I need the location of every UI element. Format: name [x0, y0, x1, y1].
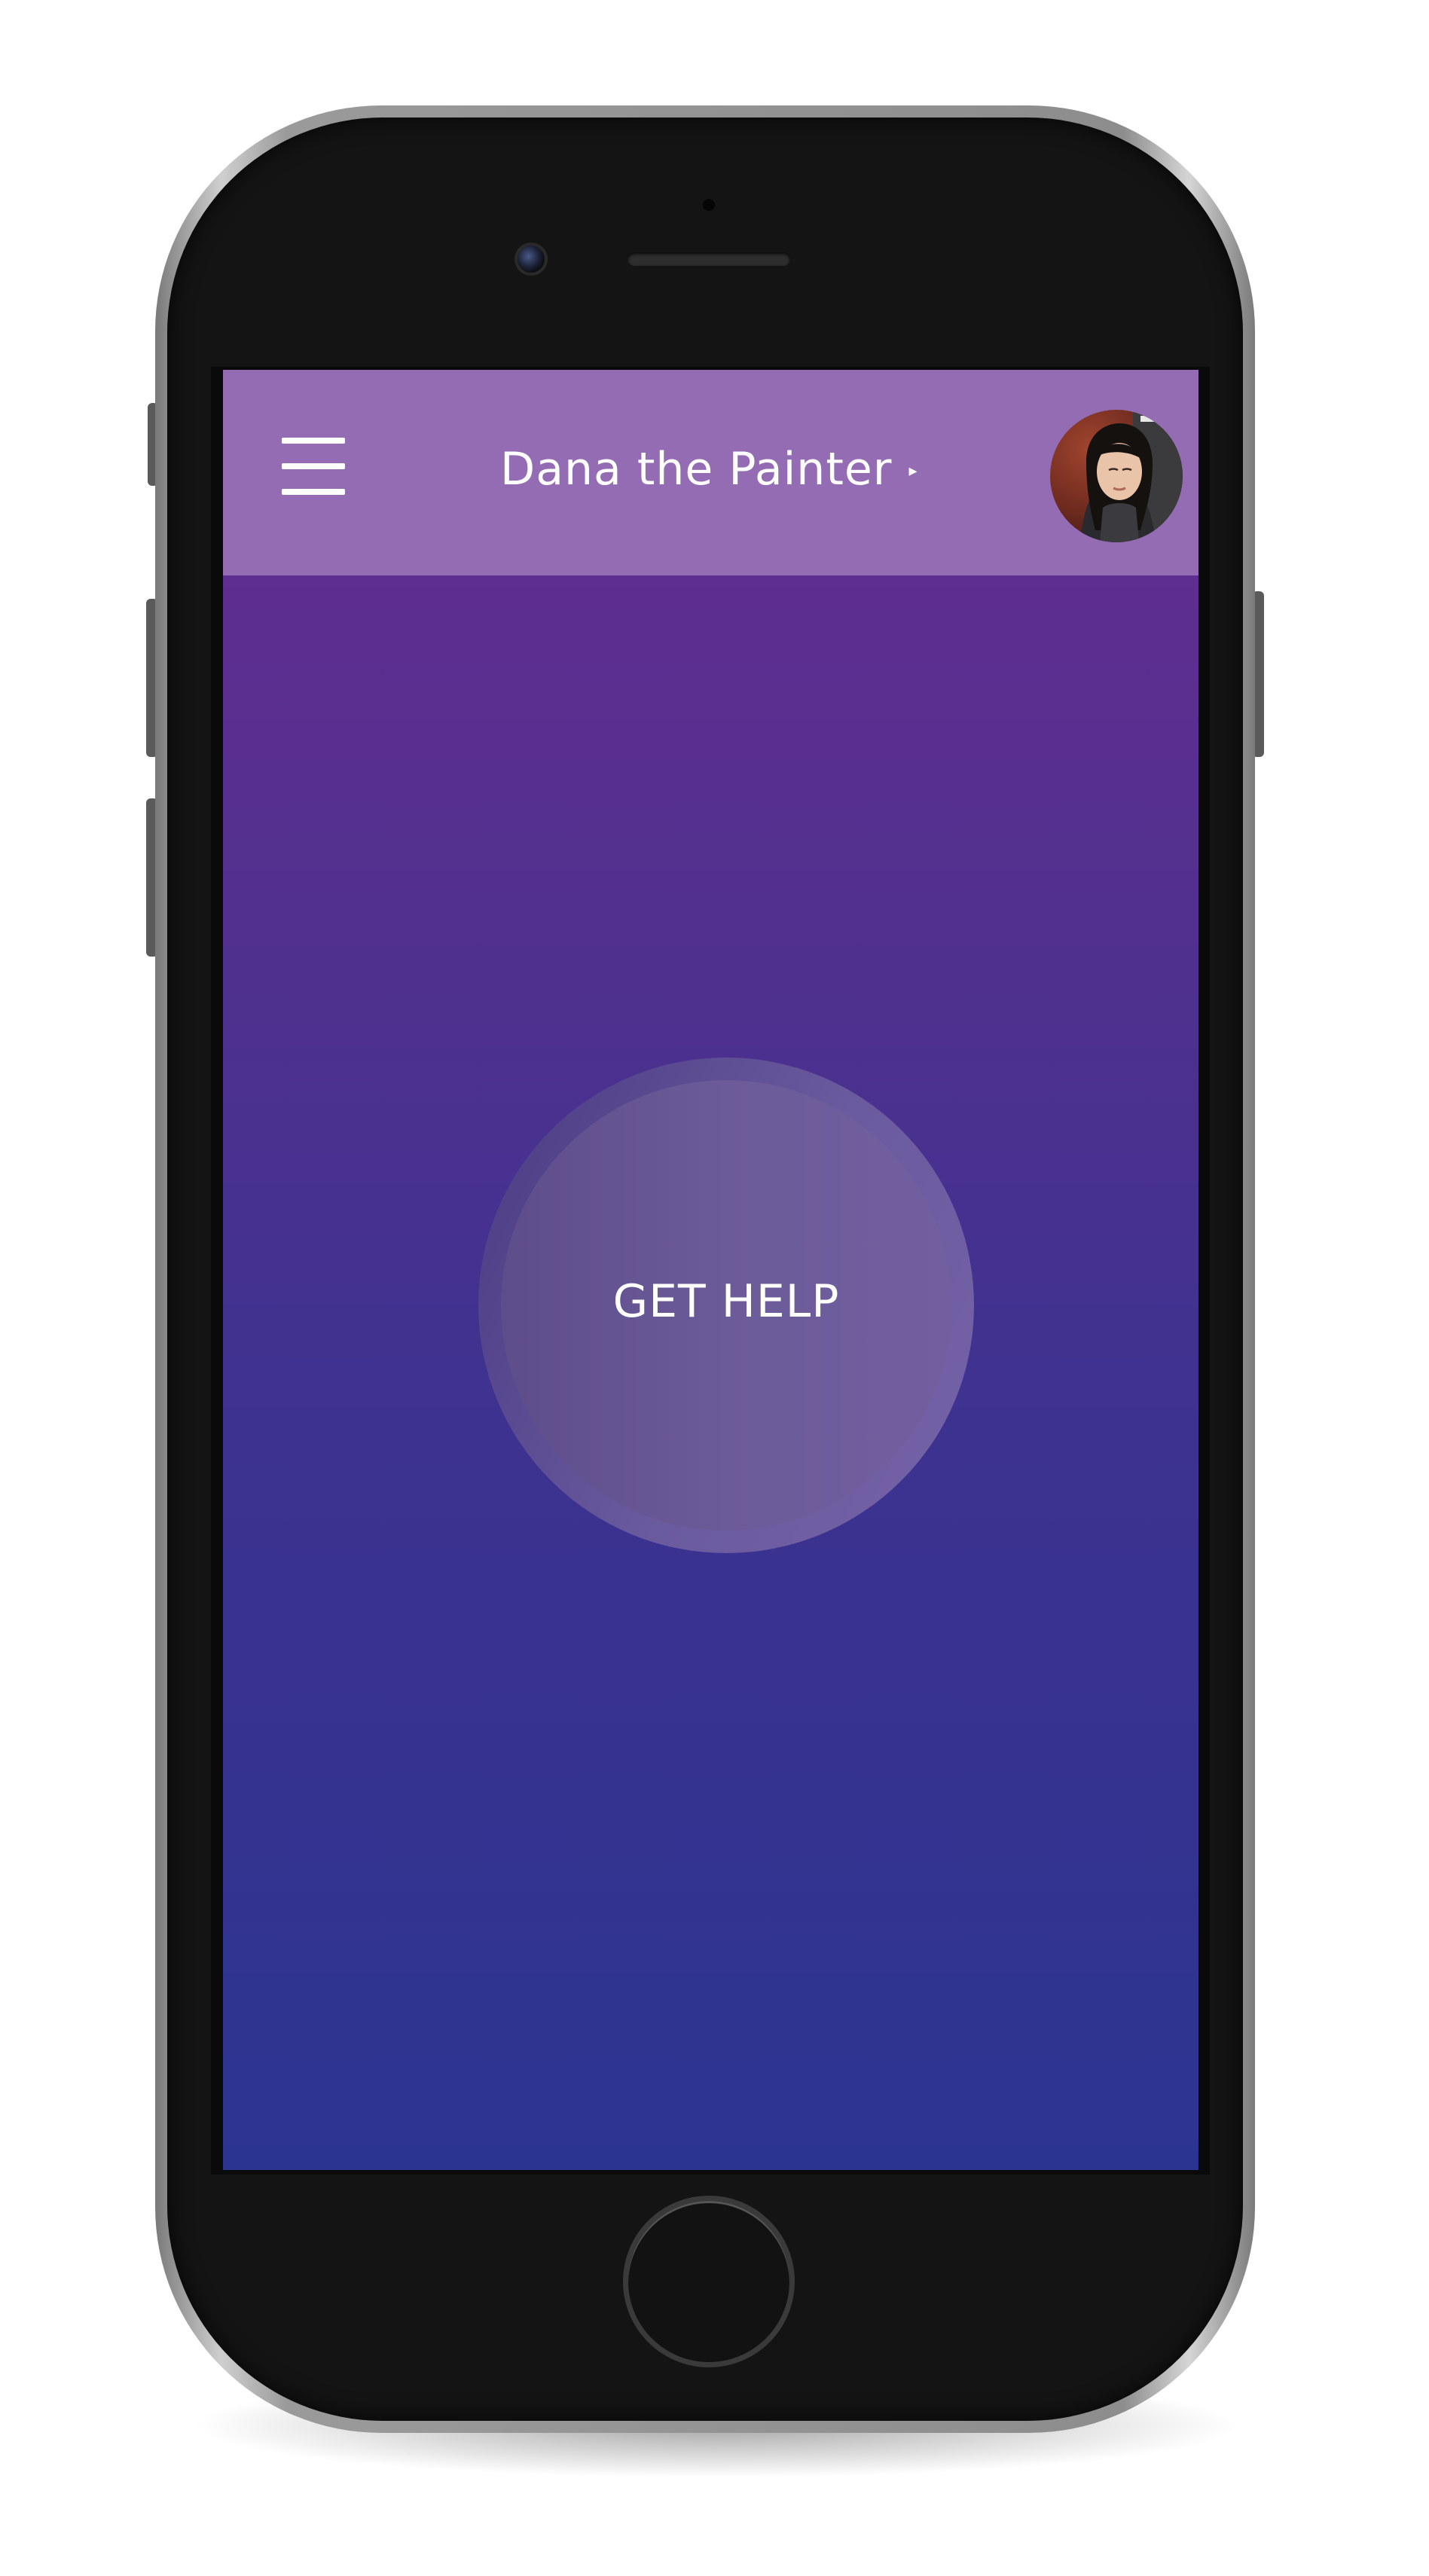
page-title: Dana the Painter	[500, 443, 893, 496]
proximity-sensor	[703, 199, 715, 211]
front-camera	[515, 243, 548, 276]
app-screen: Dana the Painter ▸ GET HELP	[223, 370, 1198, 2170]
caret-right-icon: ▸	[908, 461, 918, 481]
home-button[interactable]	[623, 2196, 795, 2367]
avatar[interactable]	[1050, 410, 1183, 542]
app-header: Dana the Painter ▸	[223, 370, 1198, 575]
earpiece-speaker	[627, 252, 790, 266]
hamburger-menu-icon[interactable]	[282, 438, 345, 495]
get-help-button-face: GET HELP	[501, 1080, 951, 1531]
profile-title-link[interactable]: Dana the Painter ▸	[500, 439, 917, 499]
get-help-label: GET HELP	[612, 1275, 840, 1328]
device-mockup: Dana the Painter ▸ GET HELP	[0, 0, 1429, 2576]
get-help-button[interactable]: GET HELP	[478, 1058, 974, 1553]
